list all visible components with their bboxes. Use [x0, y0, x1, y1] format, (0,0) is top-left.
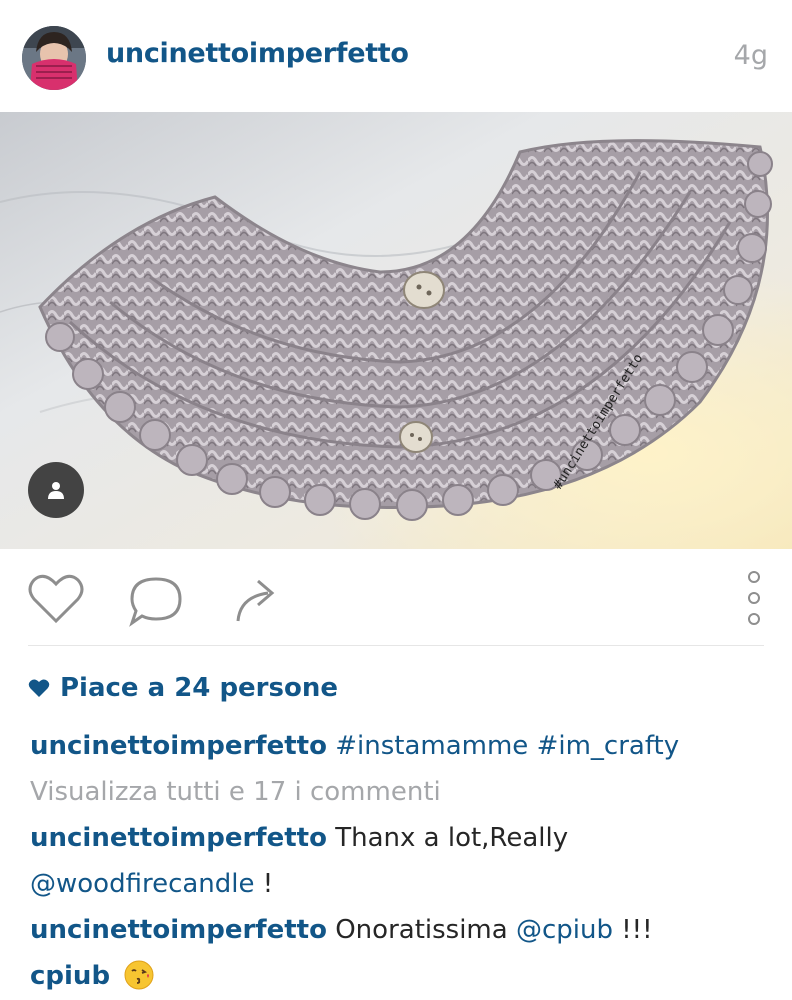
post-timestamp: 4g — [733, 40, 768, 71]
comment-mention[interactable]: @woodfirecandle — [30, 869, 255, 899]
person-icon — [48, 482, 64, 499]
comment-mention[interactable]: @cpiub — [516, 915, 613, 945]
speech-bubble-icon — [129, 577, 182, 627]
comment-username[interactable]: uncinettoimperfetto — [30, 823, 327, 853]
view-all-comments-link[interactable]: Visualizza tutti e 17 i commenti — [30, 772, 441, 812]
vertical-dots-icon — [748, 571, 760, 625]
post-header: uncinettoimperfetto 4g — [0, 0, 792, 112]
heart-filled-icon — [28, 679, 50, 697]
share-button[interactable] — [228, 575, 288, 627]
like-button[interactable] — [26, 571, 86, 627]
caption: uncinettoimperfetto #instamamme #im_craf… — [30, 726, 679, 766]
comment-suffix: ! — [262, 869, 274, 899]
comment-item: uncinettoimperfetto Onoratissima @cpiub … — [30, 910, 653, 950]
post-actions — [0, 549, 792, 646]
comment-item: uncinettoimperfetto Thanx a lot,Really — [30, 818, 568, 858]
caption-username[interactable]: uncinettoimperfetto — [30, 731, 327, 761]
crochet-collar-image: #uncinettoimperfetto — [0, 112, 792, 549]
comment-username[interactable]: cpiub — [30, 961, 110, 991]
more-options-button[interactable] — [744, 567, 764, 629]
avatar-image — [22, 26, 86, 90]
likes-row[interactable]: Piace a 24 persone — [28, 668, 338, 708]
share-arrow-icon — [236, 579, 275, 622]
comment-text: Thanx a lot,Really — [335, 823, 569, 853]
comment-item: cpiub — [30, 956, 154, 996]
likes-count: Piace a 24 persone — [60, 673, 338, 703]
comment-item-continued: @woodfirecandle ! — [30, 864, 273, 904]
heart-outline-icon — [28, 574, 84, 624]
user-tag-button[interactable] — [28, 462, 84, 518]
divider — [28, 645, 764, 646]
post-photo[interactable]: #uncinettoimperfetto — [0, 112, 792, 549]
kissing-face-emoji-icon — [124, 960, 154, 990]
comment-text: Onoratissima — [335, 915, 508, 945]
comment-username[interactable]: uncinettoimperfetto — [30, 915, 327, 945]
hashtag-im-crafty[interactable]: #im_crafty — [537, 731, 680, 761]
hashtag-instamamme[interactable]: #instamamme — [335, 731, 528, 761]
avatar[interactable] — [22, 26, 86, 90]
comment-button[interactable] — [126, 573, 186, 629]
comment-suffix: !!! — [621, 915, 653, 945]
post-username[interactable]: uncinettoimperfetto — [106, 38, 409, 69]
